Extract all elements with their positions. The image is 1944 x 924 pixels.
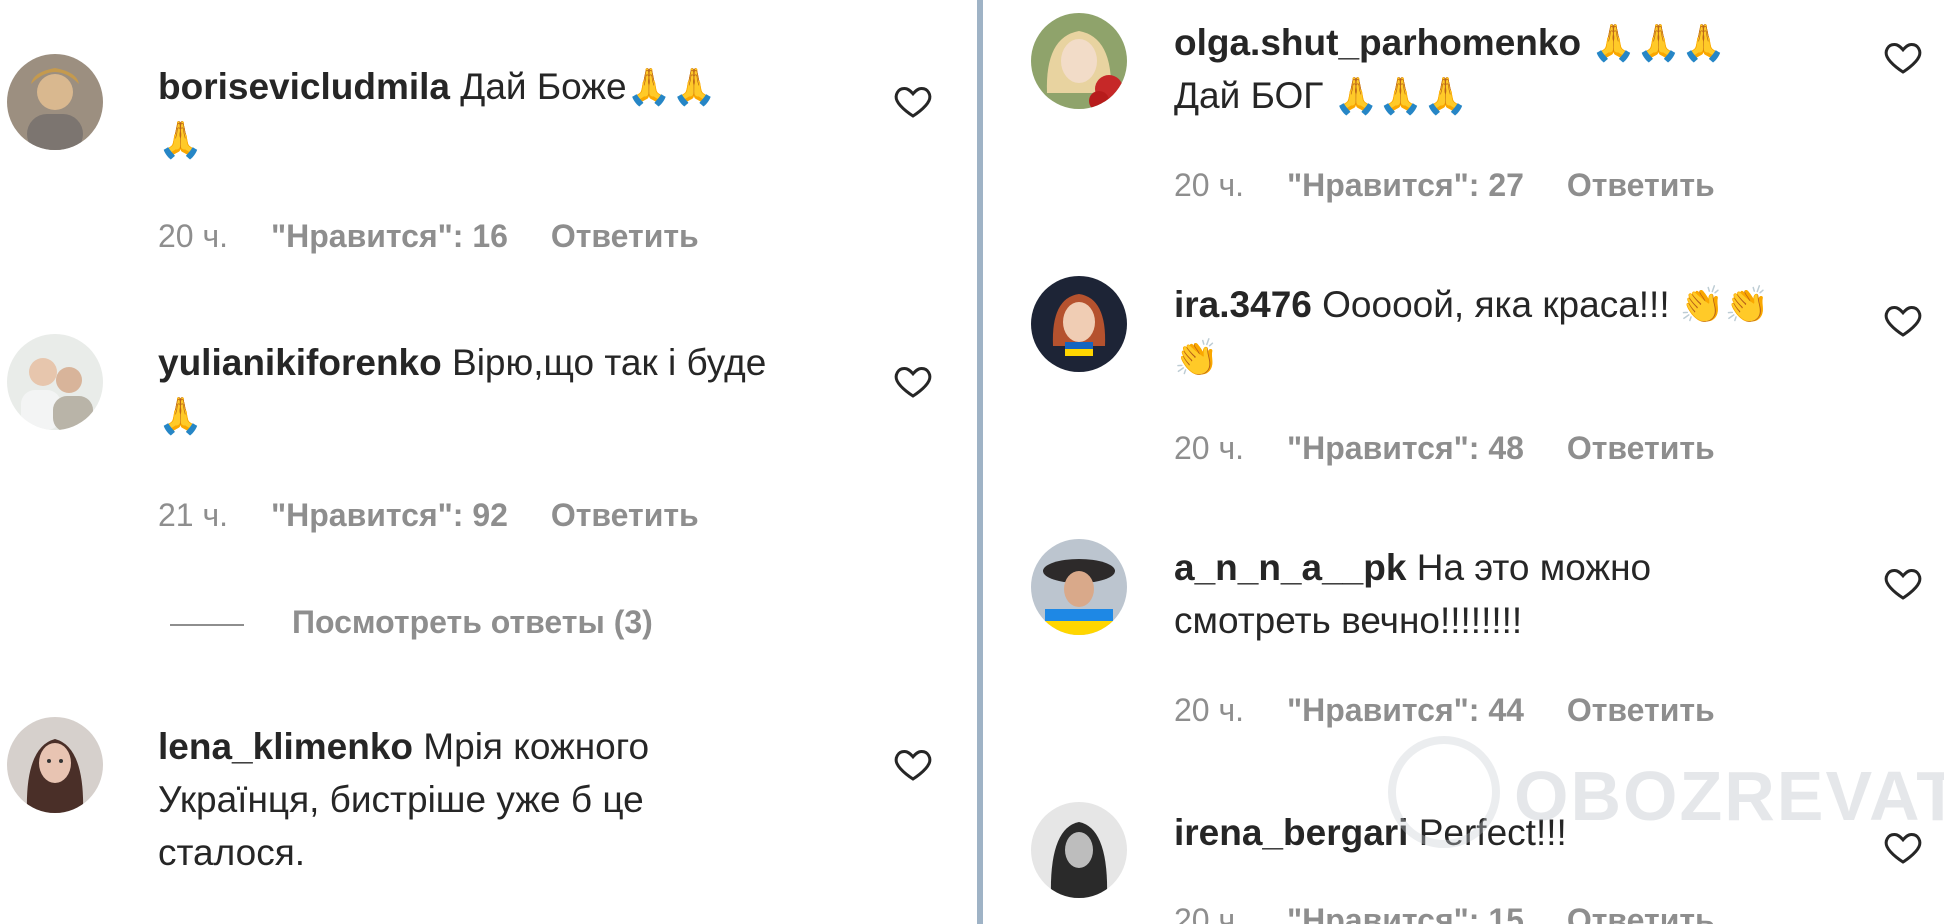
- heart-outline-icon[interactable]: [1883, 37, 1923, 77]
- avatar[interactable]: [1031, 276, 1127, 372]
- username[interactable]: lena_klimenko: [158, 726, 413, 767]
- comment-text: смотреть вечно!!!!!!!!: [1174, 600, 1523, 641]
- likes-count[interactable]: "Нравится": 16: [271, 218, 508, 254]
- clap-emoji: 👏👏: [1679, 284, 1770, 325]
- comment-text: Ооооой, яка краса!!!: [1322, 284, 1670, 325]
- avatar[interactable]: [7, 334, 103, 430]
- comment-time[interactable]: 20 ч.: [158, 218, 228, 254]
- pray-emoji: 🙏: [158, 395, 203, 436]
- comment-text: Дай БОГ: [1174, 75, 1324, 116]
- comment-meta: 20 ч. "Нравится": 44 Ответить: [1174, 692, 1749, 729]
- comment-meta: 20 ч. "Нравится": 48 Ответить: [1174, 430, 1749, 467]
- clap-emoji: 👏: [1174, 337, 1219, 378]
- reply-button[interactable]: Ответить: [551, 218, 699, 254]
- avatar[interactable]: [1031, 13, 1127, 109]
- watermark-text: OBOZREVATEL: [1514, 757, 1944, 835]
- username[interactable]: olga.shut_parhomenko: [1174, 22, 1581, 63]
- comment-meta: 20 ч. "Нравится": 15 Ответить: [1174, 902, 1749, 924]
- pray-emoji: 🙏🙏🙏: [1591, 22, 1726, 63]
- username[interactable]: borisevicludmila: [158, 66, 450, 107]
- comment-text: Дай Боже: [460, 66, 627, 107]
- comment-text: сталося.: [158, 832, 306, 873]
- username[interactable]: a_n_n_a__pk: [1174, 547, 1406, 588]
- likes-count[interactable]: "Нравится": 15: [1287, 902, 1524, 924]
- heart-outline-icon[interactable]: [1883, 300, 1923, 340]
- comment-time[interactable]: 20 ч.: [1174, 430, 1244, 466]
- watermark-logo-icon: [1388, 736, 1500, 848]
- likes-count[interactable]: "Нравится": 92: [271, 497, 508, 533]
- reply-button[interactable]: Ответить: [1567, 430, 1715, 466]
- pray-emoji: 🙏🙏🙏: [1333, 75, 1469, 116]
- reply-button[interactable]: Ответить: [1567, 167, 1715, 203]
- comment-time[interactable]: 20 ч.: [1174, 167, 1244, 203]
- replies-divider-line: [170, 623, 244, 626]
- comment-time[interactable]: 20 ч.: [1174, 902, 1244, 924]
- avatar[interactable]: [1031, 802, 1127, 898]
- avatar[interactable]: [7, 717, 103, 813]
- avatar[interactable]: [1031, 539, 1127, 635]
- likes-count[interactable]: "Нравится": 44: [1287, 692, 1524, 728]
- comment-text: На это можно: [1416, 547, 1652, 588]
- comment-time[interactable]: 20 ч.: [1174, 692, 1244, 728]
- comment-meta: 20 ч. "Нравится": 27 Ответить: [1174, 167, 1749, 204]
- pray-emoji: 🙏: [158, 119, 203, 160]
- avatar[interactable]: [7, 54, 103, 150]
- heart-outline-icon[interactable]: [893, 81, 933, 121]
- likes-count[interactable]: "Нравится": 48: [1287, 430, 1524, 466]
- comment-meta: 21 ч. "Нравится": 92 Ответить: [158, 497, 733, 534]
- comment-text: Мрія кожного: [423, 726, 650, 767]
- reply-button[interactable]: Ответить: [551, 497, 699, 533]
- username[interactable]: ira.3476: [1174, 284, 1312, 325]
- comment-time[interactable]: 21 ч.: [158, 497, 228, 533]
- comment-text: Українця, бистріше уже б це: [158, 779, 644, 820]
- left-comments-panel: borisevicludmila Дай Боже🙏🙏 🙏 20 ч. "Нра…: [0, 0, 977, 924]
- likes-count[interactable]: "Нравится": 27: [1287, 167, 1524, 203]
- username[interactable]: yulianikiforenko: [158, 342, 442, 383]
- pray-emoji: 🙏🙏: [626, 66, 717, 107]
- reply-button[interactable]: Ответить: [1567, 902, 1715, 924]
- view-replies-label: Посмотреть ответы (3): [292, 604, 653, 640]
- heart-outline-icon[interactable]: [893, 744, 933, 784]
- comment-text: Вірю,що так і буде: [452, 342, 767, 383]
- heart-outline-icon[interactable]: [893, 361, 933, 401]
- reply-button[interactable]: Ответить: [1567, 692, 1715, 728]
- view-replies-button[interactable]: Посмотреть ответы (3): [170, 604, 653, 641]
- heart-outline-icon[interactable]: [1883, 563, 1923, 603]
- comment-meta: 20 ч. "Нравится": 16 Ответить: [158, 218, 733, 255]
- username[interactable]: irena_bergari: [1174, 812, 1408, 853]
